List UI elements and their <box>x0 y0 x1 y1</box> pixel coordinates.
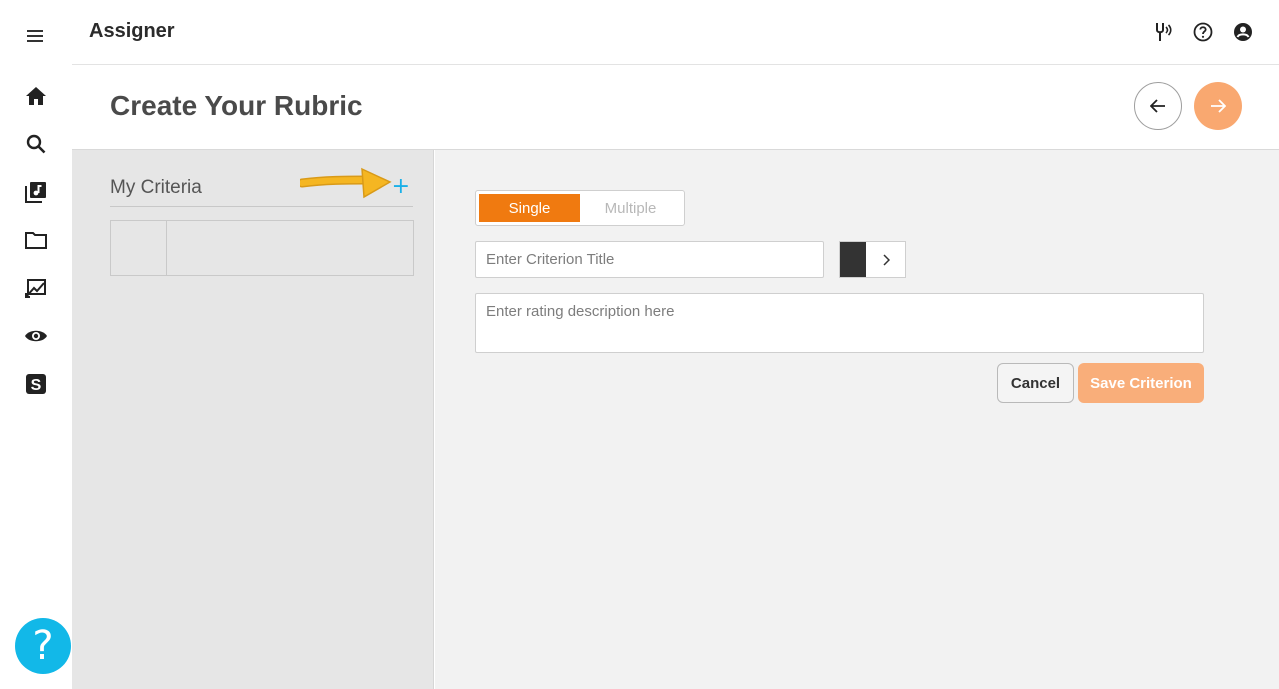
help-button[interactable]: ? <box>15 618 71 674</box>
cancel-button[interactable]: Cancel <box>997 363 1074 403</box>
mode-multiple-option[interactable]: Multiple <box>580 194 681 222</box>
next-button[interactable] <box>1194 82 1242 130</box>
criteria-panel: My Criteria + <box>72 150 434 689</box>
criterion-editor: Single Multiple Cancel Save Criterion <box>435 150 1279 689</box>
mode-single-option[interactable]: Single <box>479 194 580 222</box>
top-bar: Assigner <box>72 0 1279 65</box>
color-picker[interactable] <box>839 241 906 278</box>
chevron-right-icon <box>866 242 905 277</box>
criteria-table <box>110 220 414 276</box>
home-icon[interactable] <box>24 84 48 108</box>
arrow-left-icon <box>1150 99 1165 113</box>
color-swatch <box>840 242 866 277</box>
criterion-title-input[interactable] <box>475 241 824 278</box>
help-button-label: ? <box>32 623 54 669</box>
app-title: Assigner <box>89 20 175 42</box>
account-circle-icon[interactable] <box>1231 20 1255 44</box>
add-criterion-button[interactable]: + <box>392 174 410 199</box>
tuning-fork-icon[interactable] <box>1151 20 1175 44</box>
folder-icon[interactable] <box>24 228 48 252</box>
svg-text:S: S <box>31 377 42 394</box>
save-criterion-button[interactable]: Save Criterion <box>1078 363 1204 403</box>
criteria-table-cell <box>167 221 413 275</box>
mode-toggle: Single Multiple <box>475 190 685 226</box>
arrow-right-icon <box>1211 99 1226 113</box>
page-title: Create Your Rubric <box>110 90 363 121</box>
eye-icon[interactable] <box>24 324 48 348</box>
back-button[interactable] <box>1134 82 1182 130</box>
criteria-title: My Criteria <box>110 177 202 198</box>
search-icon[interactable] <box>24 132 48 156</box>
s-logo-icon[interactable]: S <box>24 372 48 396</box>
menu-icon[interactable] <box>24 24 48 48</box>
criteria-table-cell <box>111 221 167 275</box>
rating-description-input[interactable] <box>475 293 1204 353</box>
help-circle-icon[interactable] <box>1191 20 1215 44</box>
top-icons <box>1151 20 1255 44</box>
annotation-arrow-icon <box>300 167 392 199</box>
page-header: Create Your Rubric <box>72 65 1279 150</box>
assignment-icon[interactable] <box>24 276 48 300</box>
library-music-icon[interactable] <box>24 180 48 204</box>
side-rail: S ? <box>0 0 72 689</box>
